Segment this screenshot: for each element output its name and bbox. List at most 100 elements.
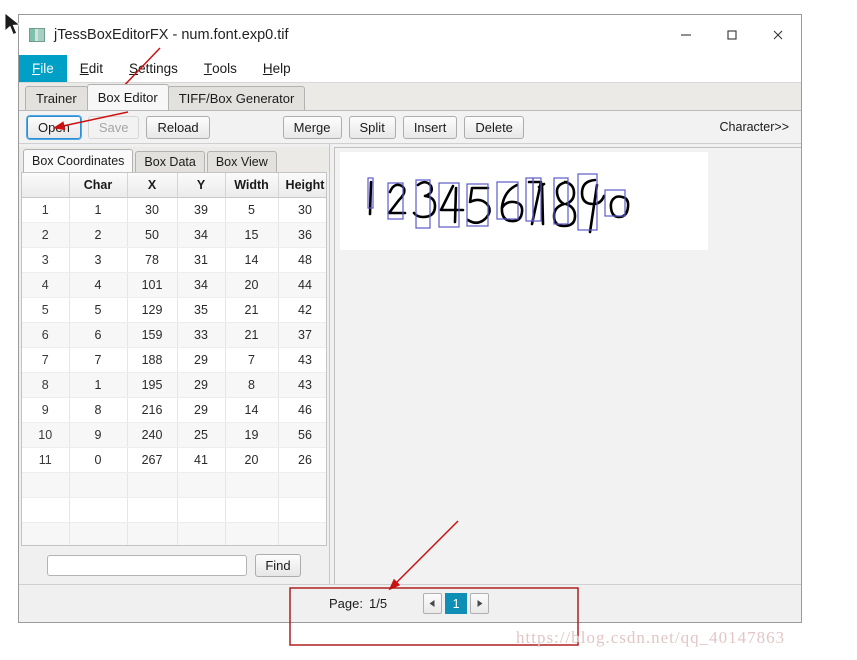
menu-help-mnemonic: H [262, 61, 273, 76]
tab-box-data[interactable]: Box Data [135, 151, 205, 172]
menu-file-mnemonic: F [32, 61, 41, 76]
close-button[interactable] [755, 15, 801, 55]
row-index-cell: 8 [22, 372, 70, 398]
height-cell: 44 [278, 272, 326, 298]
table-row[interactable]: 7 7 188 29 7 43 [22, 347, 326, 373]
menu-item-edit[interactable]: Edit [67, 55, 116, 82]
main-tabstrip: Trainer Box Editor TIFF/Box Generator [19, 83, 801, 111]
merge-button[interactable]: Merge [282, 115, 342, 139]
tab-box-editor[interactable]: Box Editor [86, 84, 169, 110]
table-row[interactable]: 1 1 30 39 5 30 [22, 197, 326, 223]
tab-box-view[interactable]: Box View [206, 151, 277, 172]
column-header-index[interactable] [22, 173, 70, 198]
table-row[interactable]: 6 6 159 33 21 37 [22, 322, 326, 348]
table-header-row: Char X Y Width Height [22, 173, 326, 198]
previous-page-button[interactable] [423, 593, 443, 614]
table-row[interactable]: 5 5 129 35 21 42 [22, 297, 326, 323]
page-number-button[interactable]: 1 [445, 593, 468, 614]
page-indicator: 1/5 [368, 596, 388, 611]
table-row[interactable]: 4 4 101 34 20 44 [22, 272, 326, 298]
column-header-y[interactable]: Y [177, 173, 226, 198]
menu-item-settings[interactable]: Settings [116, 55, 191, 82]
box-tabstrip: Box Coordinates Box Data Box View [19, 147, 329, 172]
triangle-right-icon [477, 600, 483, 607]
width-cell: 21 [225, 322, 279, 348]
empty-cell [177, 522, 226, 545]
application-window: jTessBoxEditorFX - num.font.exp0.tif F i… [18, 14, 802, 623]
save-button: Save [87, 115, 140, 139]
image-preview-pane[interactable] [334, 147, 801, 584]
empty-cell [22, 472, 70, 498]
pagination-control: 1 [423, 593, 490, 614]
column-header-width[interactable]: Width [225, 173, 279, 198]
tab-box-coordinates[interactable]: Box Coordinates [23, 149, 134, 172]
char-cell: 9 [69, 422, 128, 448]
table-header: Char X Y Width Height [22, 173, 326, 198]
y-cell: 29 [177, 397, 226, 423]
empty-cell [225, 472, 279, 498]
char-cell: 6 [69, 322, 128, 348]
x-cell: 50 [127, 222, 178, 248]
menu-help-rest: elp [272, 61, 291, 76]
table-row[interactable]: 9 8 216 29 14 46 [22, 397, 326, 423]
find-button[interactable]: Find [255, 553, 301, 577]
table-row[interactable]: 10 9 240 25 19 56 [22, 422, 326, 448]
empty-cell [278, 497, 326, 523]
char-cell: 4 [69, 272, 128, 298]
width-cell: 15 [225, 222, 279, 248]
watermark-text: https://blog.csdn.net/qq_40147863 [516, 628, 786, 647]
row-index-cell: 4 [22, 272, 70, 298]
y-cell: 29 [177, 372, 226, 398]
x-cell: 216 [127, 397, 178, 423]
y-cell: 33 [177, 322, 226, 348]
table-row-empty[interactable] [22, 472, 326, 498]
char-cell: 1 [69, 372, 128, 398]
maximize-button[interactable] [709, 15, 755, 55]
menu-item-tools[interactable]: Tools [191, 55, 250, 82]
width-cell: 5 [225, 197, 279, 223]
empty-cell [177, 472, 226, 498]
y-cell: 25 [177, 422, 226, 448]
delete-button[interactable]: Delete [464, 115, 524, 139]
table-row-empty[interactable] [22, 522, 326, 545]
split-button[interactable]: Split [348, 115, 396, 139]
char-cell: 8 [69, 397, 128, 423]
height-cell: 36 [278, 222, 326, 248]
tiff-image-canvas[interactable] [340, 152, 708, 250]
table-row[interactable]: 2 2 50 34 15 36 [22, 222, 326, 248]
row-index-cell: 7 [22, 347, 70, 373]
row-index-cell: 5 [22, 297, 70, 323]
tab-trainer[interactable]: Trainer [25, 86, 88, 110]
minimize-button[interactable] [663, 15, 709, 55]
table-row[interactable]: 8 1 195 29 8 43 [22, 372, 326, 398]
column-header-x[interactable]: X [127, 173, 178, 198]
table-row[interactable]: 3 3 78 31 14 48 [22, 247, 326, 273]
next-page-button[interactable] [470, 593, 490, 614]
close-icon [773, 30, 783, 40]
reload-button[interactable]: Reload [146, 115, 210, 139]
y-cell: 39 [177, 197, 226, 223]
box-data-pane: Box Coordinates Box Data Box View Char X [19, 144, 330, 584]
find-input[interactable] [47, 554, 248, 576]
table-row[interactable]: 11 0 267 41 20 26 [22, 447, 326, 473]
character-toggle[interactable]: Character>> [720, 120, 791, 134]
editor-toolbar: Open Save Reload Merge Split Insert Dele… [19, 111, 801, 144]
tab-tiff-box-generator[interactable]: TIFF/Box Generator [167, 86, 306, 110]
insert-button[interactable]: Insert [402, 115, 458, 139]
column-header-height[interactable]: Height [278, 173, 326, 198]
empty-cell [69, 497, 128, 523]
column-header-char[interactable]: Char [69, 173, 128, 198]
table-row-empty[interactable] [22, 497, 326, 523]
x-cell: 188 [127, 347, 178, 373]
x-cell: 159 [127, 322, 178, 348]
box-coordinates-table-container: Char X Y Width Height 1 1 30 39 5 30 2 2 50 34 15 3… [21, 172, 327, 546]
menu-item-help[interactable]: Help [250, 55, 304, 82]
menu-tools-mnemonic: T [203, 61, 213, 76]
row-index-cell: 9 [22, 397, 70, 423]
open-button[interactable]: Open [27, 115, 81, 139]
empty-cell [22, 522, 70, 545]
menu-item-file[interactable]: File [19, 55, 67, 82]
empty-cell [225, 522, 279, 545]
menu-edit-mnemonic: E [79, 61, 89, 76]
row-index-cell: 1 [22, 197, 70, 223]
